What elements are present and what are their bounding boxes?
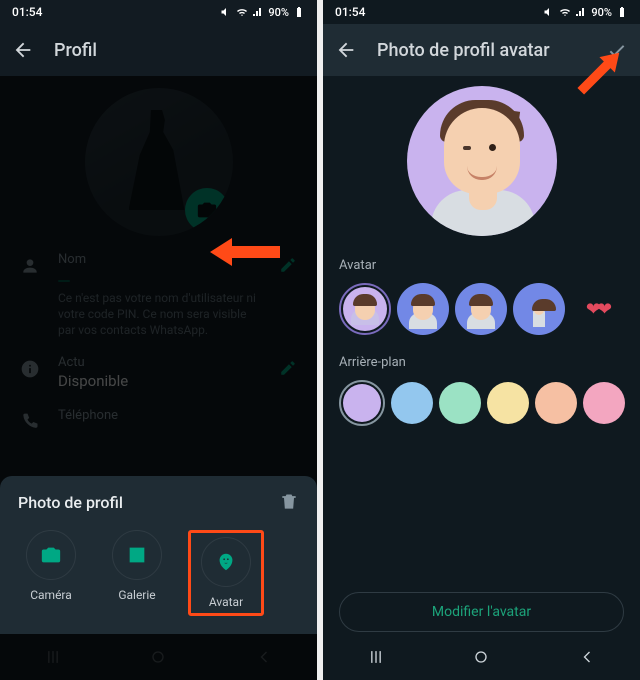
android-navbar — [323, 634, 640, 680]
page-title: Profil — [54, 40, 305, 61]
background-row — [323, 380, 640, 442]
signal-icon — [575, 6, 587, 18]
edit-icon[interactable] — [279, 359, 297, 377]
recents-icon[interactable] — [43, 647, 63, 667]
pose-option[interactable] — [513, 283, 565, 335]
delete-icon[interactable] — [279, 492, 299, 512]
camera-action[interactable]: Caméra — [22, 530, 80, 616]
back-icon[interactable] — [335, 39, 357, 61]
camera-icon — [196, 199, 218, 221]
modify-avatar-button[interactable]: Modifier l'avatar — [339, 592, 624, 632]
camera-icon — [40, 544, 62, 566]
battery-icon — [616, 6, 628, 18]
home-icon[interactable] — [471, 647, 491, 667]
status-time: 01:54 — [335, 5, 543, 19]
avatar-action[interactable]: Avatar — [197, 537, 255, 609]
bg-color-option[interactable] — [487, 382, 529, 424]
name-hint: Ce n'est pas votre nom d'utilisateur ni … — [58, 290, 261, 339]
status-bar: 01:54 90% — [323, 0, 640, 24]
action-row: Caméra Galerie Avatar — [18, 530, 299, 616]
profile-photo[interactable] — [85, 88, 233, 236]
home-icon[interactable] — [148, 647, 168, 667]
camera-label: Caméra — [30, 588, 72, 602]
status-right: 90% — [220, 6, 305, 19]
android-navbar — [0, 634, 317, 680]
photo-picker-sheet: Photo de profil Caméra Galerie Avatar — [0, 476, 317, 634]
mute-icon — [543, 6, 555, 18]
gallery-icon — [126, 544, 148, 566]
background-section-label: Arrière-plan — [323, 351, 640, 380]
status-label: Actu — [58, 355, 261, 370]
bg-color-option[interactable] — [391, 382, 433, 424]
battery-icon — [293, 6, 305, 18]
header: Profil — [0, 24, 317, 76]
profile-photo-area — [0, 76, 317, 236]
profile-body: Nom Ce n'est pas votre nom d'utilisateur… — [0, 76, 317, 680]
gallery-label: Galerie — [118, 588, 155, 602]
pose-option[interactable]: ❤❤ — [571, 283, 623, 335]
screenshot-right: 01:54 90% Photo de profil avatar Avatar — [323, 0, 640, 680]
battery-pct: 90% — [591, 6, 612, 19]
info-icon — [20, 359, 40, 379]
edit-icon[interactable] — [279, 256, 297, 274]
bg-color-option[interactable] — [583, 382, 625, 424]
avatar-preview — [407, 86, 557, 236]
back-icon[interactable] — [12, 39, 34, 61]
avatar-icon — [215, 551, 237, 573]
phone-field: Téléphone — [0, 392, 317, 432]
wifi-icon — [236, 6, 248, 18]
highlight-box: Avatar — [188, 530, 264, 616]
annotation-arrow — [210, 234, 280, 270]
back-nav-icon[interactable] — [254, 647, 274, 667]
status-field[interactable]: Actu Disponible — [0, 339, 317, 392]
page-title: Photo de profil avatar — [377, 40, 586, 61]
avatar-section-label: Avatar — [323, 254, 640, 283]
pose-option[interactable] — [397, 283, 449, 335]
avatar-preview-area — [323, 76, 640, 254]
name-value — [58, 280, 70, 282]
phone-icon — [20, 412, 40, 432]
screenshot-left: 01:54 90% Profil Nom Ce n — [0, 0, 317, 680]
pose-row: ❤❤ — [323, 283, 640, 351]
pose-option[interactable] — [339, 283, 391, 335]
back-nav-icon[interactable] — [577, 647, 597, 667]
status-right: 90% — [543, 6, 628, 19]
bg-color-option[interactable] — [535, 382, 577, 424]
sheet-title: Photo de profil — [18, 493, 123, 512]
bg-color-option[interactable] — [339, 380, 385, 426]
phone-label: Téléphone — [58, 408, 297, 423]
pose-option[interactable] — [455, 283, 507, 335]
bg-color-option[interactable] — [439, 382, 481, 424]
avatar-label: Avatar — [209, 595, 243, 609]
signal-icon — [252, 6, 264, 18]
mute-icon — [220, 6, 232, 18]
status-value: Disponible — [58, 370, 261, 392]
wifi-icon — [559, 6, 571, 18]
change-photo-button[interactable] — [185, 188, 229, 232]
person-icon — [20, 256, 40, 276]
status-time: 01:54 — [12, 5, 220, 19]
status-bar: 01:54 90% — [0, 0, 317, 24]
battery-pct: 90% — [268, 6, 289, 19]
recents-icon[interactable] — [366, 647, 386, 667]
gallery-action[interactable]: Galerie — [108, 530, 166, 616]
modify-avatar-label: Modifier l'avatar — [432, 604, 531, 620]
